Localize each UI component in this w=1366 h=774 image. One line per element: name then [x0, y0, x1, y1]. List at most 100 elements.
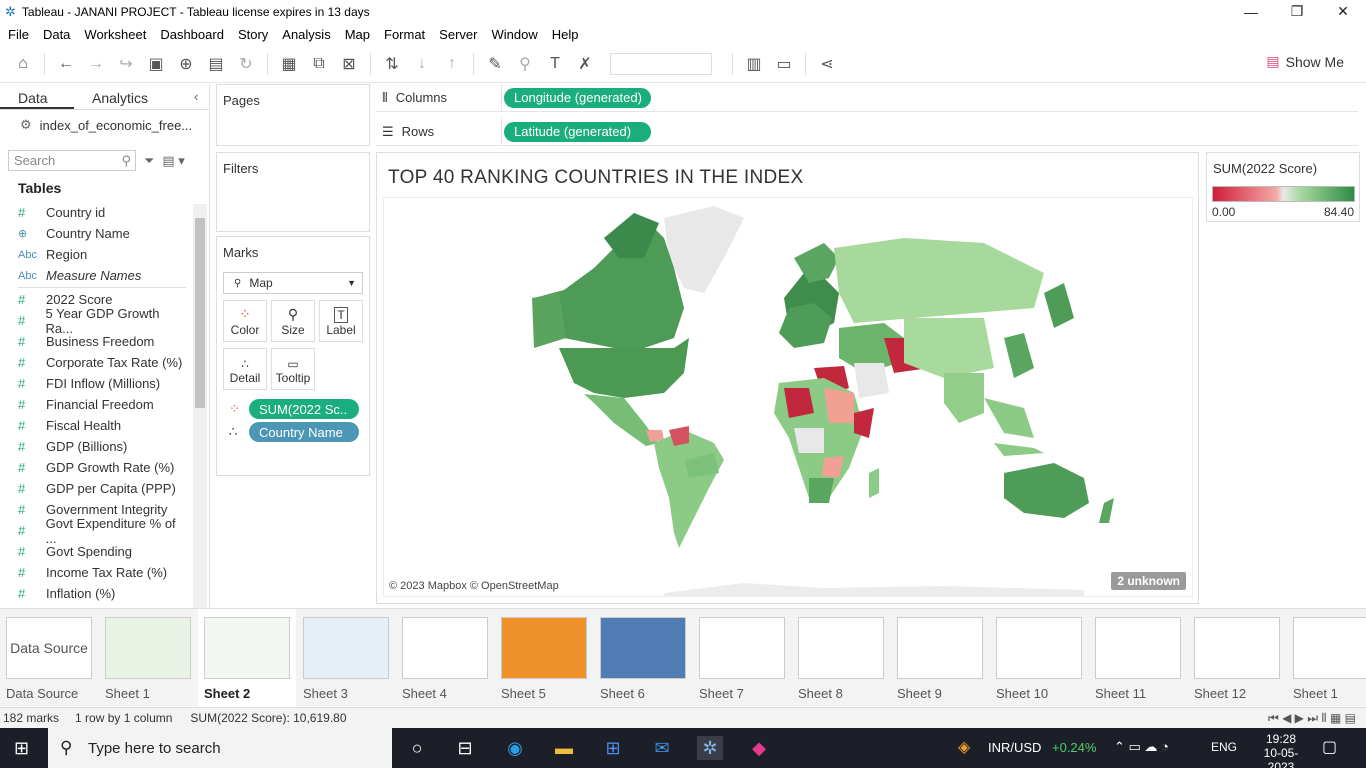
- pages-card[interactable]: Pages: [216, 84, 370, 146]
- field-item[interactable]: Abc Region: [18, 244, 188, 265]
- menu-dashboard[interactable]: Dashboard: [160, 27, 224, 42]
- undo-icon[interactable]: ←: [51, 49, 81, 79]
- sheet-tab[interactable]: Sheet 6: [594, 609, 692, 707]
- redo-icon[interactable]: →: [81, 49, 111, 79]
- menu-data[interactable]: Data: [43, 27, 70, 42]
- sheet-tab[interactable]: Sheet 5: [495, 609, 593, 707]
- sort-descending-icon[interactable]: ↑: [437, 49, 467, 79]
- columns-shelf[interactable]: ⦀ Columns Longitude (generated): [376, 83, 1358, 112]
- currency-pair[interactable]: INR/USD: [988, 740, 1041, 755]
- map-attribution[interactable]: © 2023 Mapbox © OpenStreetMap: [389, 580, 559, 592]
- task-view-icon[interactable]: ○: [404, 736, 430, 760]
- color-button[interactable]: ⁘ Color: [223, 300, 267, 342]
- rows-shelf[interactable]: ☰ Rows Latitude (generated): [376, 117, 1358, 146]
- sheet-tab[interactable]: Sheet 3: [297, 609, 395, 707]
- field-item[interactable]: # Income Tax Rate (%): [18, 562, 188, 583]
- field-item[interactable]: ⊕ Country Name: [18, 223, 188, 244]
- color-legend[interactable]: SUM(2022 Score) 0.00 84.40: [1206, 152, 1360, 222]
- view-options-icon[interactable]: ▤ ▾: [162, 153, 184, 169]
- field-item[interactable]: # GDP per Capita (PPP): [18, 478, 188, 499]
- color-pill[interactable]: SUM(2022 Sc..: [249, 399, 359, 419]
- new-datasource-icon[interactable]: ⊕: [171, 49, 201, 79]
- sheet-tab[interactable]: Sheet 7: [693, 609, 791, 707]
- menu-file[interactable]: File: [8, 27, 29, 42]
- menu-help[interactable]: Help: [552, 27, 579, 42]
- menu-analysis[interactable]: Analysis: [282, 27, 330, 42]
- fix-axes-icon[interactable]: ✗: [570, 49, 600, 79]
- field-item[interactable]: # Govt Expenditure % of ...: [18, 516, 188, 546]
- group-icon[interactable]: ⚲: [510, 49, 540, 79]
- windows-start-icon[interactable]: ⊞: [14, 738, 29, 759]
- tableau-taskbar-icon[interactable]: ✲: [697, 736, 723, 760]
- tab-data-source[interactable]: Data Source Data Source: [0, 609, 98, 707]
- field-item[interactable]: # FDI Inflow (Millions): [18, 373, 188, 394]
- store-icon[interactable]: ⊞: [600, 736, 626, 760]
- taskbar-search[interactable]: ⚲ Type here to search: [48, 728, 392, 768]
- clear-sheet-icon[interactable]: ⊠: [334, 49, 364, 79]
- replay-icon[interactable]: ↪: [111, 49, 141, 79]
- menu-story[interactable]: Story: [238, 27, 268, 42]
- world-map[interactable]: [384, 198, 1193, 597]
- menu-worksheet[interactable]: Worksheet: [84, 27, 146, 42]
- sheet-tab[interactable]: Sheet 1: [99, 609, 197, 707]
- field-item[interactable]: # Fiscal Health: [18, 415, 188, 436]
- fit-dropdown[interactable]: [610, 52, 712, 75]
- notification-icon[interactable]: ▢: [1322, 737, 1337, 757]
- refresh-icon[interactable]: ↻: [231, 49, 261, 79]
- sheet-tab[interactable]: Sheet 11: [1089, 609, 1187, 707]
- swap-icon[interactable]: ⇅: [377, 49, 407, 79]
- file-explorer-icon[interactable]: ▬: [551, 736, 577, 760]
- save-icon[interactable]: ▣: [141, 49, 171, 79]
- show-labels-icon[interactable]: T: [540, 49, 570, 79]
- sheet-tab[interactable]: Sheet 2: [198, 609, 296, 707]
- sheet-tab[interactable]: Sheet 8: [792, 609, 890, 707]
- size-button[interactable]: ⚲ Size: [271, 300, 315, 342]
- search-input[interactable]: Search ⚲: [8, 150, 136, 171]
- menu-window[interactable]: Window: [491, 27, 537, 42]
- mark-type-dropdown[interactable]: ⚲ Map ▼: [223, 272, 363, 294]
- filter-icon[interactable]: ⏷: [144, 153, 154, 169]
- presentation-icon[interactable]: ▭: [769, 49, 799, 79]
- sheet-tab[interactable]: Sheet 1: [1287, 609, 1366, 707]
- collapse-icon[interactable]: ‹: [194, 84, 198, 109]
- sort-ascending-icon[interactable]: ↓: [407, 49, 437, 79]
- label-button[interactable]: T Label: [319, 300, 363, 342]
- new-worksheet-icon[interactable]: ▦: [274, 49, 304, 79]
- tab-analytics[interactable]: Analytics: [74, 84, 194, 109]
- field-item[interactable]: # GDP (Billions): [18, 436, 188, 457]
- map-view[interactable]: © 2023 Mapbox © OpenStreetMap 2 unknown: [383, 197, 1193, 597]
- field-item[interactable]: Abc Measure Names: [18, 265, 188, 286]
- field-item[interactable]: # Inflation (%): [18, 583, 188, 604]
- pause-updates-icon[interactable]: ▤: [201, 49, 231, 79]
- field-item[interactable]: # GDP Growth Rate (%): [18, 457, 188, 478]
- filters-card[interactable]: Filters: [216, 152, 370, 232]
- duplicate-sheet-icon[interactable]: ⧉: [304, 49, 334, 79]
- field-item[interactable]: #5 Year GDP Growth Ra...: [18, 306, 188, 336]
- sheet-tab[interactable]: Sheet 9: [891, 609, 989, 707]
- sheet-tab[interactable]: Sheet 10: [990, 609, 1088, 707]
- edge-icon[interactable]: ◉: [502, 736, 528, 760]
- sheet-tab[interactable]: Sheet 12: [1188, 609, 1286, 707]
- widgets-icon[interactable]: ⊟: [452, 736, 478, 760]
- sheet-tab[interactable]: Sheet 4: [396, 609, 494, 707]
- longitude-pill[interactable]: Longitude (generated): [504, 87, 651, 108]
- close-button[interactable]: ✕: [1320, 0, 1366, 23]
- paint-icon[interactable]: ◆: [746, 736, 772, 760]
- unknown-indicator[interactable]: 2 unknown: [1111, 572, 1186, 590]
- field-item[interactable]: # Financial Freedom: [18, 394, 188, 415]
- datasource-item[interactable]: ⚙ index_of_economic_free...: [0, 110, 209, 140]
- menu-server[interactable]: Server: [439, 27, 477, 42]
- tab-nav-icons[interactable]: ⏮ ◀ ▶ ⏭ ⦀ ▦ ▤: [1268, 711, 1356, 726]
- menu-map[interactable]: Map: [345, 27, 370, 42]
- language-indicator[interactable]: ENG: [1211, 740, 1237, 754]
- scrollbar[interactable]: [193, 204, 207, 609]
- tray-icons[interactable]: ⌃ ▭ ☁ ◔: [1114, 739, 1169, 755]
- home-icon[interactable]: ⌂: [8, 49, 38, 79]
- detail-pill[interactable]: Country Name: [249, 422, 359, 442]
- menu-format[interactable]: Format: [384, 27, 425, 42]
- highlight-icon[interactable]: ✎: [480, 49, 510, 79]
- tab-data[interactable]: Data: [0, 84, 74, 109]
- latitude-pill[interactable]: Latitude (generated): [504, 121, 651, 142]
- field-item[interactable]: # Corporate Tax Rate (%): [18, 352, 188, 373]
- field-item[interactable]: # Country id: [18, 202, 188, 223]
